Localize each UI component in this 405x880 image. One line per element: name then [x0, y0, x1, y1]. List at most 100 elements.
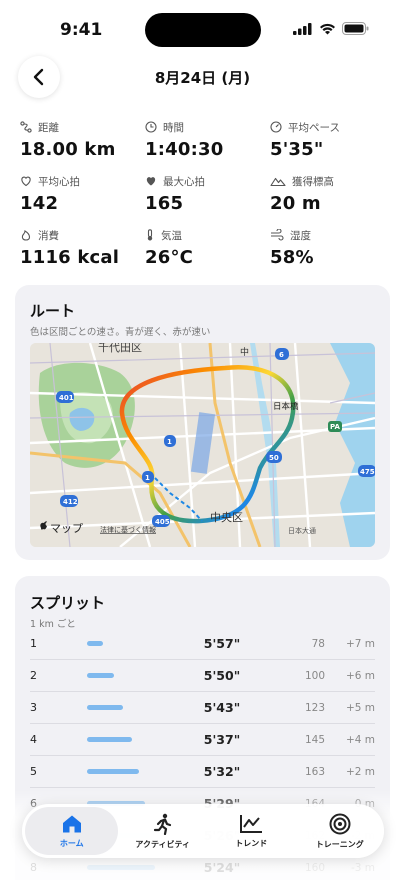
- route-badge: 412: [63, 498, 78, 506]
- stat-temperature: 気温 26°C: [145, 228, 270, 268]
- split-bar-track: [87, 736, 177, 743]
- route-badge: 1: [145, 474, 150, 482]
- split-elevation: +6 m: [345, 669, 375, 682]
- map-label-chuo: 中央区: [210, 511, 243, 524]
- split-elevation: +4 m: [345, 733, 375, 746]
- route-card: ルート 色は区間ごとの速さ。青が遅く、赤が速い 千代田区 日本橋 中央区 中 日…: [15, 285, 390, 560]
- route-badge: 405: [155, 518, 170, 526]
- heart-filled-icon: [146, 177, 156, 186]
- dynamic-island: [145, 13, 261, 47]
- split-pace-bar: [87, 704, 123, 710]
- split-pace-bar: [87, 640, 103, 646]
- home-icon: [62, 815, 81, 832]
- stat-label: 獲得標高: [292, 175, 334, 188]
- split-pace: 5'32": [203, 764, 241, 779]
- split-row: 2 5'50" 100 +6 m: [30, 660, 375, 692]
- tab-home[interactable]: ホーム: [25, 807, 119, 855]
- tab-activity[interactable]: アクティビティ: [118, 807, 207, 855]
- route-badge: 475: [360, 468, 375, 476]
- split-elevation: +2 m: [345, 765, 375, 778]
- stat-value: 1116 kcal: [20, 247, 120, 268]
- map-attribution: マップ: [50, 522, 83, 535]
- split-pace: 5'37": [203, 732, 241, 747]
- split-pace-bar: [87, 768, 139, 774]
- split-bar-track: [87, 768, 177, 775]
- split-row: 4 5'37" 145 +4 m: [30, 724, 375, 756]
- tab-trend[interactable]: トレンド: [207, 807, 296, 855]
- tab-label: ホーム: [59, 838, 84, 848]
- split-row: 1 5'57" 78 +7 m: [30, 628, 375, 660]
- stat-max-hr: 最大心拍 165: [145, 174, 270, 215]
- stat-label: 湿度: [290, 229, 311, 242]
- map-label-station: 日本大通: [288, 526, 316, 535]
- split-elevation: +5 m: [345, 701, 375, 714]
- stat-value: 165: [145, 193, 184, 214]
- stat-value: 142: [20, 193, 59, 214]
- target-icon: [329, 813, 351, 834]
- stat-humidity: 湿度 58%: [270, 228, 390, 268]
- wifi-icon: [320, 23, 335, 34]
- stat-label: 時間: [163, 121, 184, 134]
- route-badge: 401: [59, 394, 74, 402]
- status-time: 9:41: [60, 20, 103, 40]
- stat-avg-hr: 平均心拍 142: [20, 174, 145, 215]
- split-heart-rate: 78: [311, 637, 325, 650]
- map-label-small: 中: [240, 346, 249, 358]
- route-subtitle: 色は区間ごとの速さ。青が遅く、赤が速い: [30, 327, 211, 338]
- signal-icon: [293, 22, 312, 35]
- split-heart-rate: 145: [304, 733, 325, 746]
- split-km: 4: [30, 733, 37, 746]
- stat-value: 58%: [270, 247, 314, 268]
- map-label-chiyoda: 千代田区: [98, 343, 142, 354]
- split-pace: 5'50": [203, 668, 241, 683]
- status-icons: [293, 22, 369, 35]
- split-row: 5 5'32" 163 +2 m: [30, 756, 375, 788]
- stat-avg-pace: 平均ペース 5'35": [270, 120, 390, 160]
- split-pace-bar: [87, 672, 114, 678]
- stats-grid: 距離 18.00 km 時間 1:40:30 平均ペース 5'35" 平均心拍 …: [20, 120, 390, 268]
- route-icon: [20, 121, 32, 133]
- stat-value: 1:40:30: [145, 139, 224, 160]
- stat-label: 最大心拍: [163, 175, 205, 188]
- heart-outline-icon: [21, 176, 31, 187]
- stat-calories: 消費 1116 kcal: [20, 228, 145, 269]
- split-pace-bar: [87, 736, 132, 742]
- stat-label: 消費: [38, 229, 59, 242]
- trend-chart-icon: [240, 814, 263, 833]
- split-km: 1: [30, 637, 37, 650]
- stat-elevation: 獲得標高 20 m: [270, 174, 390, 215]
- split-heart-rate: 100: [304, 669, 325, 682]
- stat-value: 18.00 km: [20, 139, 116, 160]
- route-map[interactable]: 千代田区 日本橋 中央区 中 日本大通 401 412 405 6 50 475…: [30, 343, 375, 547]
- map-label-nihonbashi: 日本橋: [273, 401, 299, 412]
- stat-label: 平均心拍: [38, 175, 80, 188]
- split-bar-track: [87, 640, 177, 647]
- map-canvas: 千代田区 日本橋 中央区 中 日本大通 401 412 405 6 50 475…: [30, 343, 375, 547]
- split-heart-rate: 163: [304, 765, 325, 778]
- tab-training[interactable]: トレーニング: [295, 807, 384, 855]
- status-bar: 9:41: [0, 0, 405, 54]
- stat-label: 距離: [38, 121, 59, 134]
- split-km: 2: [30, 669, 37, 682]
- route-badge: PA: [330, 423, 340, 431]
- stat-label: 平均ペース: [288, 121, 340, 134]
- tab-label: トレーニング: [315, 839, 364, 849]
- runner-icon: [153, 813, 171, 835]
- map-legal-link[interactable]: 法律に基づく情報: [100, 525, 156, 534]
- split-bar-track: [87, 672, 177, 679]
- tab-label: アクティビティ: [135, 839, 191, 849]
- stat-time: 時間 1:40:30: [145, 120, 270, 160]
- wind-icon: [271, 229, 284, 241]
- route-badge: 50: [269, 454, 279, 462]
- flame-icon: [21, 230, 31, 241]
- split-km: 5: [30, 765, 37, 778]
- splits-title: スプリット: [30, 594, 106, 612]
- thermometer-icon: [147, 229, 153, 241]
- tab-bar: ホーム アクティビティ トレンド トレーニング: [22, 804, 384, 858]
- route-badge: 6: [279, 351, 284, 359]
- route-badge: 1: [167, 438, 172, 446]
- page-title: 8月24日 (月): [154, 69, 251, 87]
- stat-label: 気温: [161, 229, 182, 242]
- split-pace: 5'43": [203, 700, 241, 715]
- speedometer-icon: [270, 121, 282, 133]
